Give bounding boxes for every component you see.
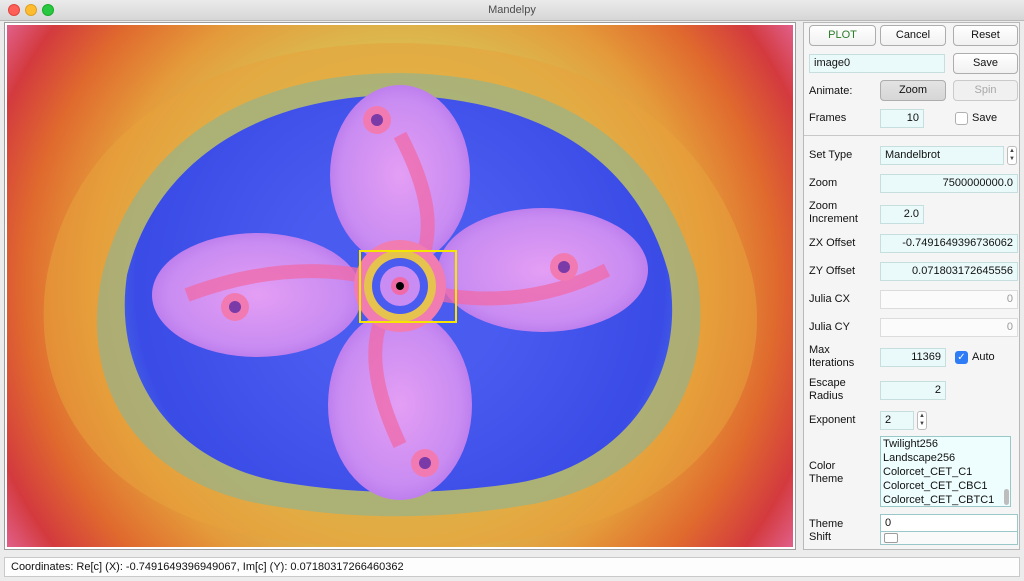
fractal-canvas[interactable] <box>4 22 796 550</box>
zoom-input[interactable]: 7500000000.0 <box>880 174 1018 193</box>
fractal-image[interactable] <box>7 25 793 547</box>
filename-input[interactable]: image0 <box>809 54 945 73</box>
exponent-stepper[interactable]: ▲ ▼ <box>917 411 927 430</box>
julia-cx-input[interactable]: 0 <box>880 290 1018 309</box>
coordinates-status: Coordinates: Re[c] (X): -0.7491649396949… <box>4 557 1020 577</box>
max-iterations-label-line1: Max <box>809 344 830 356</box>
exponent-label: Exponent <box>809 414 856 426</box>
cancel-button[interactable]: Cancel <box>880 25 946 46</box>
color-theme-option[interactable]: Twilight256 <box>881 437 1010 451</box>
title-bar: Mandelpy <box>0 0 1024 21</box>
zoom-increment-label-line2: Increment <box>809 213 858 225</box>
window-title: Mandelpy <box>488 4 536 16</box>
color-theme-option[interactable]: Colorcet_CET_CBTC1 <box>881 493 1010 506</box>
set-type-select[interactable]: Mandelbrot <box>880 146 1004 165</box>
auto-label: Auto <box>972 351 995 363</box>
auto-checkbox[interactable]: ✓ <box>955 351 968 364</box>
frames-input[interactable]: 10 <box>880 109 924 128</box>
animate-zoom-button[interactable]: Zoom <box>880 80 946 101</box>
animate-save-checkbox[interactable] <box>955 112 968 125</box>
frames-label: Frames <box>809 112 847 124</box>
zx-offset-input[interactable]: -0.7491649396736062 <box>880 234 1018 253</box>
color-theme-option[interactable]: Colorcet_CET_C1 <box>881 465 1010 479</box>
animate-label: Animate: <box>809 85 853 97</box>
max-iterations-label-line2: Iterations <box>809 357 855 369</box>
julia-cx-label: Julia CX <box>809 293 850 305</box>
escape-radius-label-line2: Radius <box>809 390 844 402</box>
save-button[interactable]: Save <box>953 53 1018 74</box>
theme-shift-label-line2: Shift <box>809 531 832 543</box>
zy-offset-label: ZY Offset <box>809 265 856 277</box>
zoom-increment-label-line1: Zoom <box>809 200 838 212</box>
julia-cy-input[interactable]: 0 <box>880 318 1018 337</box>
panel-divider <box>804 135 1019 136</box>
zy-offset-input[interactable]: 0.071803172645556 <box>880 262 1018 281</box>
plot-button[interactable]: PLOT <box>809 25 876 46</box>
julia-cy-label: Julia CY <box>809 321 850 333</box>
animate-spin-button[interactable]: Spin <box>953 80 1018 101</box>
color-theme-list[interactable]: Twilight256 Landscape256 Colorcet_CET_C1… <box>880 436 1011 507</box>
color-theme-scrollbar[interactable] <box>1004 489 1009 505</box>
zoom-increment-input[interactable]: 2.0 <box>880 205 924 224</box>
theme-shift-label-line1: Theme <box>809 518 844 530</box>
control-panel: PLOT Cancel Reset image0 Save Animate: Z… <box>803 22 1020 550</box>
animate-save-label: Save <box>972 112 998 124</box>
theme-shift-slider[interactable] <box>880 531 1018 545</box>
zx-offset-label: ZX Offset <box>809 237 856 249</box>
reset-button[interactable]: Reset <box>953 25 1018 46</box>
zoom-label: Zoom <box>809 177 838 189</box>
color-theme-option[interactable]: Colorcet_CET_CBC1 <box>881 479 1010 493</box>
max-iterations-input[interactable]: 11369 <box>880 348 946 367</box>
set-type-stepper[interactable]: ▲ ▼ <box>1007 146 1017 165</box>
color-theme-label-line2: Theme <box>809 473 844 485</box>
color-theme-label-line1: Color <box>809 460 836 472</box>
exponent-input[interactable]: 2 <box>880 411 914 430</box>
color-theme-option[interactable]: Landscape256 <box>881 451 1010 465</box>
escape-radius-label-line1: Escape <box>809 377 846 389</box>
set-type-label: Set Type <box>809 149 853 161</box>
theme-shift-slider-handle[interactable] <box>884 533 898 543</box>
escape-radius-input[interactable]: 2 <box>880 381 946 400</box>
